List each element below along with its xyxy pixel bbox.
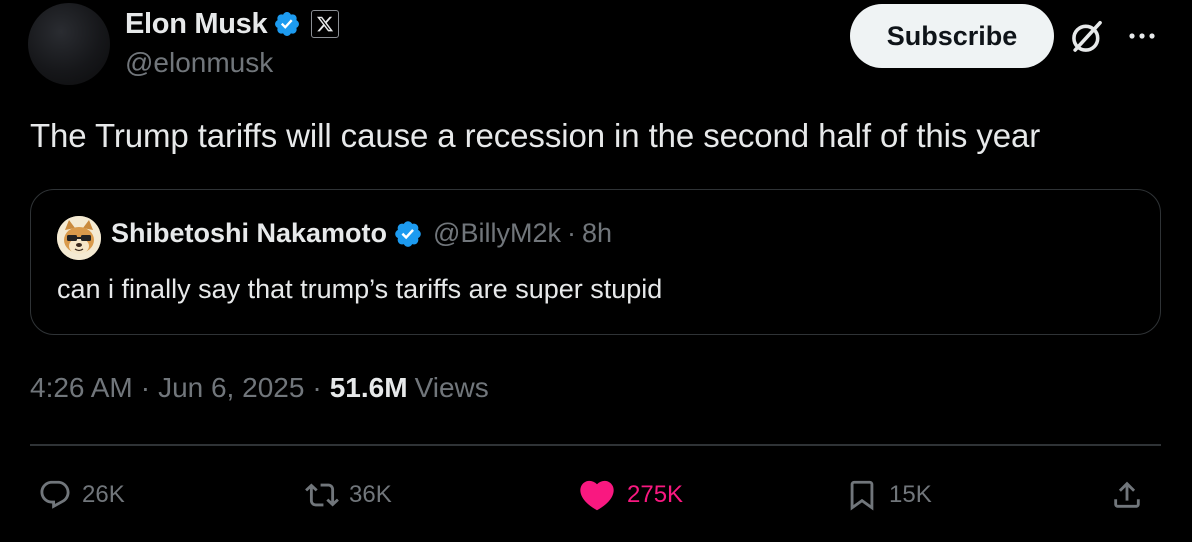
tweet-date[interactable]: Jun 6, 2025 <box>158 372 304 404</box>
bookmark-icon <box>850 480 874 511</box>
x-logo-icon <box>317 16 334 32</box>
action-bar: 26K 36K 275K 15K <box>0 470 1192 520</box>
quote-text: can i finally say that trump’s tariffs a… <box>57 274 663 304</box>
quote-avatar[interactable] <box>57 216 101 260</box>
author-name-row: Elon Musk <box>125 6 340 42</box>
quote-separator: · <box>566 218 576 248</box>
quote-verified-badge-icon[interactable] <box>393 219 423 249</box>
bookmark-button[interactable]: 15K <box>845 470 932 520</box>
tweet-text: The Trump tariffs will cause a recession… <box>30 117 1041 154</box>
tweet-meta: 4:26 AM · Jun 6, 2025 · 51.6M Views <box>30 372 489 404</box>
like-count: 275K <box>627 481 684 508</box>
reply-icon <box>40 480 70 509</box>
reply-button[interactable]: 26K <box>38 470 125 520</box>
quoted-tweet-card[interactable]: Shibetoshi Nakamoto @BillyM2k · 8h can i… <box>30 189 1161 335</box>
repost-count: 36K <box>349 481 392 508</box>
share-button[interactable] <box>1110 470 1144 520</box>
quote-author-handle[interactable]: @BillyM2k <box>433 218 561 249</box>
bookmark-count: 15K <box>889 481 932 508</box>
repost-button[interactable]: 36K <box>305 470 392 520</box>
divider <box>30 444 1161 446</box>
more-icon[interactable] <box>1126 22 1158 50</box>
subscribe-button[interactable]: Subscribe <box>850 4 1054 68</box>
views-count[interactable]: 51.6M <box>330 372 408 404</box>
heart-icon <box>580 480 614 511</box>
meta-separator: · <box>140 372 151 403</box>
quote-timestamp[interactable]: 8h <box>582 218 612 249</box>
author-name[interactable]: Elon Musk <box>125 8 268 41</box>
share-icon <box>1114 481 1140 508</box>
quote-author-name[interactable]: Shibetoshi Nakamoto <box>111 218 387 249</box>
repost-icon <box>305 483 339 507</box>
like-button[interactable]: 275K <box>577 470 683 520</box>
quote-header: Shibetoshi Nakamoto @BillyM2k · 8h <box>111 218 612 249</box>
verified-badge-icon[interactable] <box>273 10 301 38</box>
reply-count: 26K <box>82 481 125 508</box>
meta-separator: · <box>312 372 322 403</box>
tweet-time[interactable]: 4:26 AM <box>30 372 133 404</box>
author-block: Elon Musk @elonmusk <box>125 6 340 79</box>
grok-icon[interactable] <box>1068 18 1106 56</box>
author-avatar[interactable] <box>28 3 110 85</box>
shiba-avatar-icon <box>57 216 101 260</box>
author-handle[interactable]: @elonmusk <box>125 47 339 79</box>
views-label[interactable]: Views <box>415 372 489 404</box>
x-affiliation-icon[interactable] <box>311 10 340 38</box>
